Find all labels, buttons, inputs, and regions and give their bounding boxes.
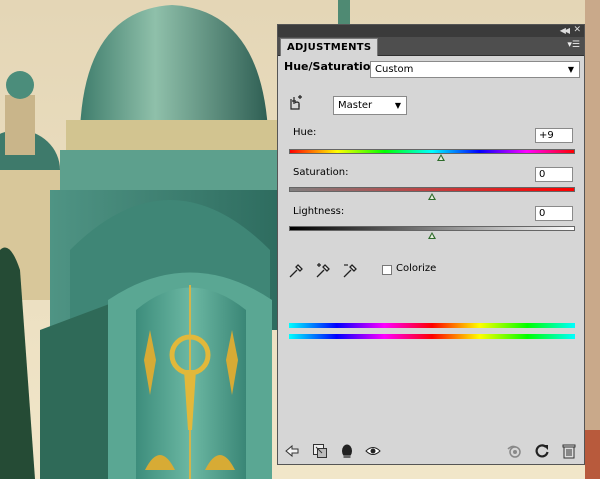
saturation-slider-thumb[interactable] [428, 193, 436, 200]
eyedropper-plus-icon[interactable] [315, 261, 331, 279]
hue-slider-track[interactable] [289, 149, 575, 154]
adjustments-panel: ◀◀ ✕ ADJUSTMENTS ▾☰ Hue/Saturation Custo… [277, 24, 585, 465]
preset-dropdown-value: Custom [375, 64, 414, 75]
input-color-bar [289, 323, 575, 328]
channel-dropdown[interactable]: Master ▼ [333, 96, 407, 115]
lightness-input[interactable]: 0 [535, 206, 573, 221]
reset-icon[interactable] [534, 443, 550, 459]
preset-dropdown[interactable]: Custom ▼ [370, 61, 580, 78]
back-arrow-icon[interactable] [284, 443, 300, 459]
view-previous-icon[interactable] [506, 443, 522, 459]
lightness-label: Lightness: [293, 206, 345, 217]
saturation-slider-track[interactable] [289, 187, 575, 192]
lightness-slider-track[interactable] [289, 226, 575, 231]
panel-tab-bar: ADJUSTMENTS ▾☰ [278, 37, 584, 56]
lightness-slider-thumb[interactable] [428, 232, 436, 239]
eyedropper-minus-icon[interactable] [342, 261, 358, 279]
hue-slider-thumb[interactable] [436, 154, 445, 161]
hue-input[interactable]: +9 [535, 128, 573, 143]
close-icon[interactable]: ✕ [573, 25, 581, 35]
chevron-down-icon: ▼ [394, 101, 401, 110]
view-layer-icon[interactable] [339, 443, 355, 459]
on-image-adjust-icon[interactable] [288, 95, 304, 111]
colorize-label: Colorize [396, 263, 437, 274]
visibility-eye-icon[interactable] [365, 443, 381, 459]
panel-footer-toolbar [278, 439, 584, 464]
adjustment-title: Hue/Saturation [284, 60, 379, 73]
output-color-bar [289, 334, 575, 339]
eyedropper-icon[interactable] [288, 261, 304, 279]
collapse-icon[interactable]: ◀◀ [560, 26, 570, 35]
tab-adjustments[interactable]: ADJUSTMENTS [280, 38, 379, 56]
panel-menu-icon[interactable]: ▾☰ [567, 40, 580, 50]
colorize-checkbox[interactable] [382, 265, 392, 275]
saturation-input[interactable]: 0 [535, 167, 573, 182]
channel-dropdown-value: Master [338, 100, 373, 111]
panel-title-bar[interactable]: ◀◀ ✕ [278, 25, 584, 37]
chevron-down-icon: ▼ [567, 65, 574, 74]
saturation-label: Saturation: [293, 167, 349, 178]
trash-icon[interactable] [561, 443, 577, 459]
hue-label: Hue: [293, 127, 317, 138]
clip-to-layer-icon[interactable] [312, 443, 328, 459]
